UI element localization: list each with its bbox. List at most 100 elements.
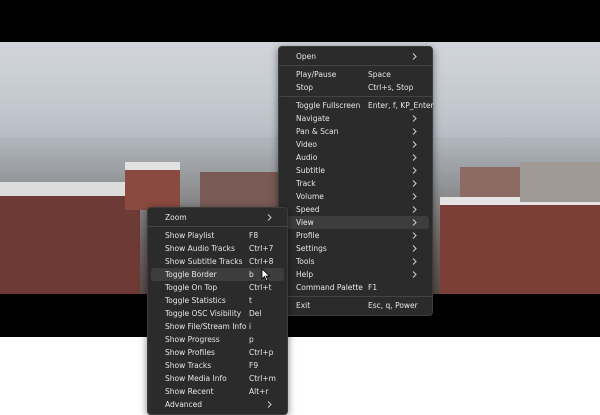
video-building (440, 202, 600, 294)
menu-item-pan-scan[interactable]: Pan & Scan (282, 125, 429, 138)
menu-item-label: Exit (296, 301, 311, 310)
menu-item-label: Audio (296, 153, 318, 162)
menu-item-label: Tools (296, 257, 315, 266)
menu-separator (279, 96, 432, 97)
menu-item-subtitle[interactable]: Subtitle (282, 164, 429, 177)
menu-item-label: Track (296, 179, 316, 188)
menu-item-show-progress[interactable]: Show Progress p (151, 333, 284, 346)
menu-item-label: Show Tracks (165, 361, 212, 370)
video-building (460, 167, 520, 197)
menu-item-label: Toggle Border (165, 270, 217, 279)
menu-item-label: Play/Pause (296, 70, 337, 79)
menu-item-toggle-osc-visibility[interactable]: Toggle OSC Visibility Del (151, 307, 284, 320)
menu-item-track[interactable]: Track (282, 177, 429, 190)
menu-item-zoom[interactable]: Zoom (151, 211, 284, 224)
menu-item-tools[interactable]: Tools (282, 255, 429, 268)
menu-item-shortcut: Esc, q, Power (368, 301, 418, 310)
menu-item-profile[interactable]: Profile (282, 229, 429, 242)
menu-item-label: Show Progress (165, 335, 220, 344)
menu-item-navigate[interactable]: Navigate (282, 112, 429, 125)
menu-item-label: Profile (296, 231, 320, 240)
menu-item-label: Command Palette (296, 283, 363, 292)
menu-item-shortcut: b (249, 270, 254, 279)
menu-item-toggle-fullscreen[interactable]: Toggle Fullscreen Enter, f, KP_Enter (282, 99, 434, 112)
menu-item-stop[interactable]: Stop Ctrl+s, Stop (282, 81, 429, 94)
video-building (0, 192, 140, 294)
chevron-right-icon (411, 138, 419, 151)
menu-item-show-recent[interactable]: Show Recent Alt+r (151, 385, 284, 398)
chevron-right-icon (411, 216, 419, 229)
chevron-right-icon (266, 211, 274, 224)
menu-item-command-palette[interactable]: Command Palette F1 (282, 281, 429, 294)
context-menu: Open Play/Pause Space Stop Ctrl+s, Stop Toggl… (278, 46, 434, 316)
menu-item-help[interactable]: Help (282, 268, 429, 281)
menu-item-exit[interactable]: Exit Esc, q, Power (282, 299, 429, 312)
menu-item-label: Show Playlist (165, 231, 215, 240)
menu-item-view[interactable]: View (282, 216, 429, 229)
menu-item-label: Zoom (165, 213, 187, 222)
menu-item-toggle-statistics[interactable]: Toggle Statistics t (151, 294, 284, 307)
menu-separator (279, 65, 432, 66)
chevron-right-icon (411, 203, 419, 216)
chevron-right-icon (411, 177, 419, 190)
menu-item-label: Toggle Statistics (165, 296, 226, 305)
menu-separator (279, 296, 432, 297)
video-building (125, 166, 180, 210)
menu-item-label: Show Subtitle Tracks (165, 257, 243, 266)
menu-item-video[interactable]: Video (282, 138, 429, 151)
video-roof (125, 162, 180, 170)
menu-item-shortcut: F9 (249, 361, 259, 370)
menu-item-shortcut: Alt+r (249, 387, 269, 396)
menu-item-show-profiles[interactable]: Show Profiles Ctrl+p (151, 346, 284, 359)
menu-item-volume[interactable]: Volume (282, 190, 429, 203)
menu-item-shortcut: F8 (249, 231, 259, 240)
menu-item-label: Toggle On Top (165, 283, 218, 292)
menu-item-speed[interactable]: Speed (282, 203, 429, 216)
video-roof (0, 182, 140, 196)
menu-separator (148, 226, 287, 227)
view-submenu: Zoom Show Playlist F8 Show Audio Tracks Ctrl… (147, 207, 288, 415)
menu-item-shortcut: t (249, 296, 252, 305)
chevron-right-icon (411, 125, 419, 138)
menu-item-label: Settings (296, 244, 327, 253)
chevron-right-icon (411, 112, 419, 125)
menu-item-show-audio-tracks[interactable]: Show Audio Tracks Ctrl+7 (151, 242, 284, 255)
chevron-right-icon (411, 242, 419, 255)
menu-item-show-media-info[interactable]: Show Media Info Ctrl+m (151, 372, 284, 385)
menu-item-shortcut: Enter, f, KP_Enter (368, 101, 434, 110)
menu-item-shortcut: Del (249, 309, 262, 318)
menu-item-play-pause[interactable]: Play/Pause Space (282, 68, 429, 81)
menu-item-audio[interactable]: Audio (282, 151, 429, 164)
menu-item-label: Show File/Stream Info (165, 322, 247, 331)
menu-item-label: Advanced (165, 400, 203, 409)
menu-item-label: Pan & Scan (296, 127, 339, 136)
menu-item-open[interactable]: Open (282, 50, 429, 63)
menu-item-toggle-on-top[interactable]: Toggle On Top Ctrl+t (151, 281, 284, 294)
menu-item-show-file-stream-info[interactable]: Show File/Stream Info i (151, 320, 284, 333)
chevron-right-icon (411, 164, 419, 177)
menu-item-shortcut: Ctrl+m (249, 374, 276, 383)
menu-item-advanced[interactable]: Advanced (151, 398, 284, 411)
chevron-right-icon (266, 398, 274, 411)
menu-item-label: Speed (296, 205, 320, 214)
menu-item-shortcut: Space (368, 70, 391, 79)
chevron-right-icon (411, 151, 419, 164)
menu-item-label: Video (296, 140, 318, 149)
mouse-cursor-icon (261, 268, 271, 282)
menu-item-shortcut: F1 (368, 283, 378, 292)
menu-item-label: Volume (296, 192, 324, 201)
menu-item-settings[interactable]: Settings (282, 242, 429, 255)
menu-item-show-playlist[interactable]: Show Playlist F8 (151, 229, 284, 242)
menu-item-label: Show Recent (165, 387, 214, 396)
chevron-right-icon (411, 268, 419, 281)
menu-item-shortcut: Ctrl+p (249, 348, 274, 357)
menu-item-shortcut: p (249, 335, 254, 344)
menu-item-label: View (296, 218, 314, 227)
chevron-right-icon (411, 255, 419, 268)
video-building (200, 172, 280, 212)
menu-item-show-subtitle-tracks[interactable]: Show Subtitle Tracks Ctrl+8 (151, 255, 284, 268)
menu-item-shortcut: i (249, 322, 252, 331)
menu-item-show-tracks[interactable]: Show Tracks F9 (151, 359, 284, 372)
menu-item-label: Open (296, 52, 317, 61)
menu-item-shortcut: Ctrl+s, Stop (368, 83, 414, 92)
